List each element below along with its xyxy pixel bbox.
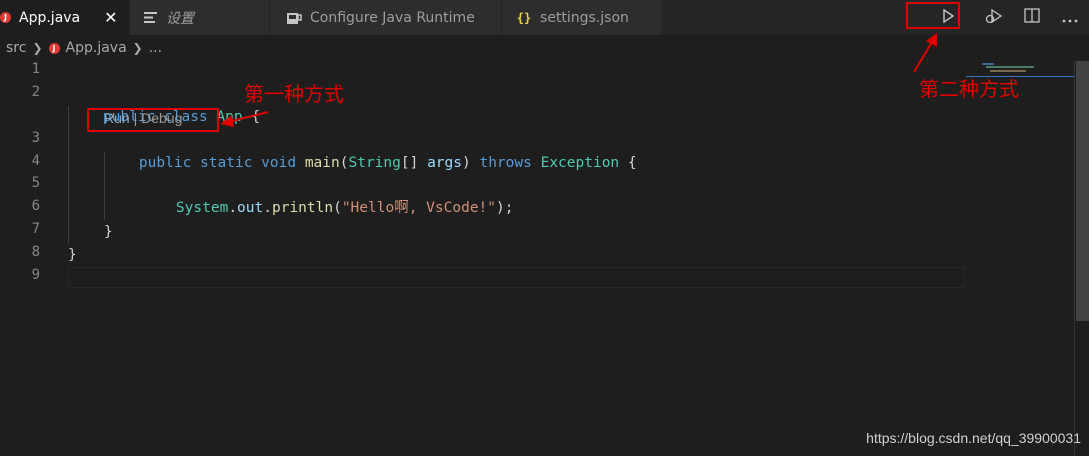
- method-name: println: [271, 200, 334, 216]
- line-number: 6: [31, 198, 40, 214]
- breadcrumb: src ❯ J App.java ❯ ...: [0, 35, 1089, 61]
- chevron-right-icon: ❯: [132, 41, 143, 55]
- keyword: public: [138, 155, 192, 171]
- tab-configure-java-runtime[interactable]: Configure Java Runtime: [270, 0, 502, 35]
- tab-label: settings.json: [540, 9, 629, 26]
- breadcrumb-file[interactable]: App.java: [66, 40, 127, 56]
- line-number: 9: [31, 267, 40, 283]
- code-line-5: System.out.println("Hello啊, VsCode!");: [141, 175, 514, 216]
- punctuation: {: [619, 155, 637, 171]
- annotation-box-run-button: [906, 2, 960, 29]
- line-number: 5: [31, 175, 40, 191]
- settings-file-icon: [142, 10, 158, 26]
- close-icon[interactable]: ✕: [104, 8, 117, 27]
- java-file-icon: J: [0, 10, 11, 26]
- annotation-box-codelens: [87, 108, 219, 132]
- method-name: main: [304, 155, 340, 171]
- tab-settings[interactable]: 设置: [130, 0, 270, 35]
- run-debug-button[interactable]: [975, 0, 1013, 35]
- minimap-line: [986, 66, 1034, 68]
- type-name: String: [348, 155, 401, 171]
- more-actions-button[interactable]: [1051, 0, 1089, 35]
- line-number: 8: [31, 244, 40, 260]
- java-file-icon: J: [48, 42, 60, 54]
- breadcrumb-tail[interactable]: ...: [149, 40, 162, 56]
- scrollbar-thumb[interactable]: [1076, 61, 1089, 321]
- watermark: https://blog.csdn.net/qq_39900031: [866, 430, 1081, 446]
- tab-settings-json[interactable]: {} settings.json: [502, 0, 662, 35]
- punctuation: (: [333, 200, 342, 216]
- minimap[interactable]: [966, 61, 1074, 456]
- minimap-line: [990, 70, 1026, 72]
- keyword: static: [200, 155, 253, 171]
- code-line-7: }: [104, 224, 113, 240]
- punctuation: []: [400, 155, 428, 171]
- punctuation: );: [496, 200, 514, 216]
- class-name: App: [216, 109, 243, 125]
- annotation-method-1: 第一种方式: [244, 82, 344, 106]
- keyword: throws: [479, 155, 532, 171]
- tab-label: Configure Java Runtime: [310, 9, 475, 26]
- more-actions-icon: [1062, 9, 1078, 27]
- line-number: 1: [31, 61, 40, 77]
- minimap-line: [982, 63, 994, 65]
- java-runtime-icon: [286, 10, 302, 26]
- annotation-method-2: 第二种方式: [919, 77, 1019, 101]
- punctuation: .: [263, 200, 272, 216]
- code-line-2: public class App {: [68, 84, 260, 125]
- keyword: void: [261, 155, 297, 171]
- string-literal: "Hello啊, VsCode!": [341, 200, 497, 216]
- class-name: System: [175, 200, 229, 216]
- punctuation: .: [228, 200, 238, 216]
- split-editor-icon: [1024, 8, 1040, 27]
- punctuation: ): [462, 155, 480, 171]
- code-line-8: }: [68, 247, 77, 263]
- line-number: 3: [31, 130, 40, 146]
- code-line-3: public static void main(String[] args) t…: [104, 130, 637, 171]
- punctuation: {: [242, 109, 261, 125]
- json-braces-icon: {}: [516, 10, 532, 25]
- line-number: 7: [31, 221, 40, 237]
- parameter: args: [427, 155, 462, 171]
- line-number: 2: [31, 84, 40, 100]
- current-line-highlight: [68, 267, 965, 288]
- line-number: 4: [31, 153, 40, 169]
- run-debug-icon: [985, 8, 1003, 28]
- tab-label: 设置: [166, 10, 194, 27]
- chevron-right-icon: ❯: [32, 41, 43, 55]
- split-editor-button[interactable]: [1013, 0, 1051, 35]
- breadcrumb-folder[interactable]: src: [6, 40, 26, 56]
- tab-label: App.java: [19, 9, 81, 26]
- field: out: [237, 200, 264, 216]
- tab-app-java[interactable]: J App.java ✕: [0, 0, 130, 35]
- type-name: Exception: [540, 155, 620, 171]
